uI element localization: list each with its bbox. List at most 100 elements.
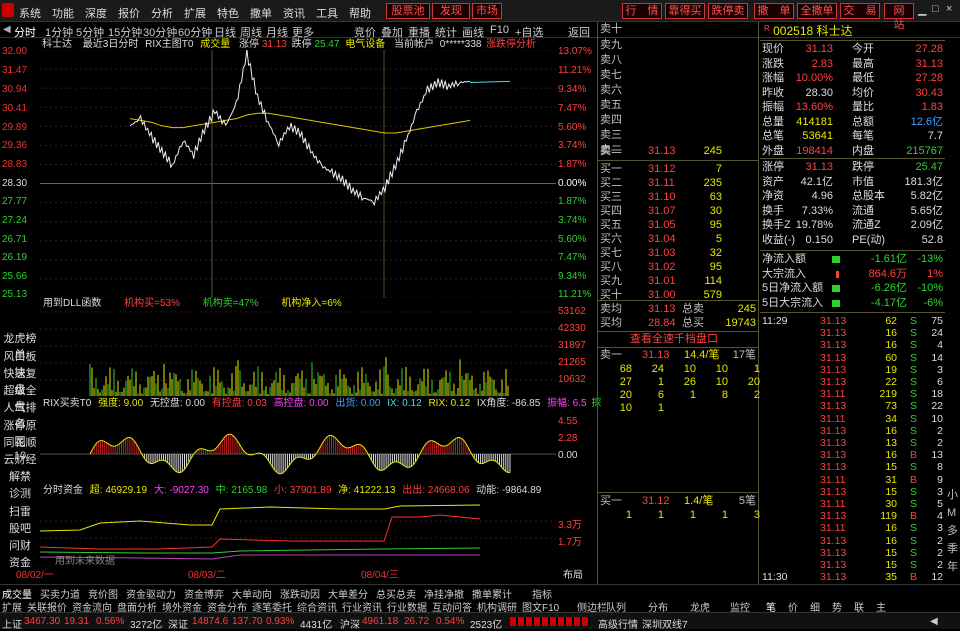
sidebar-item-diagnose[interactable]: 诊测: [0, 485, 40, 501]
price-tick: 28.83: [2, 159, 28, 170]
side-tab-m[interactable]: M: [947, 508, 956, 519]
menu-extend[interactable]: 扩展: [184, 5, 206, 21]
tick-price: 31.13: [820, 449, 847, 462]
queue-cell: 2: [753, 389, 760, 401]
pct-tick: 13.07%: [558, 46, 592, 57]
quote-panel: R 002518 科士达 现价 31.13 今开 27.28 涨跌 2.83 最高 31.13…: [760, 22, 945, 584]
overlay-tool[interactable]: 叠加: [381, 24, 403, 40]
tab-more[interactable]: 更多: [292, 24, 314, 40]
tab-5min[interactable]: 5分钟: [76, 24, 104, 40]
side-tab-small[interactable]: 小: [947, 490, 958, 501]
menu-special[interactable]: 特色: [217, 5, 239, 21]
tab-weekly[interactable]: 周线: [240, 24, 262, 40]
close-icon[interactable]: ×: [946, 3, 952, 15]
collapse-icon[interactable]: ◀: [3, 24, 11, 35]
limit-down-value: 25.47: [314, 39, 340, 50]
menu-function[interactable]: 功能: [52, 5, 74, 21]
tick-price: 31.11: [820, 522, 846, 535]
draw-tool[interactable]: 画线: [462, 24, 484, 40]
sidebar-item-funds[interactable]: 资金: [0, 554, 40, 570]
side-tab-more[interactable]: 多: [947, 526, 958, 537]
maximize-icon[interactable]: □: [932, 3, 939, 15]
tab-60min[interactable]: 60分钟: [178, 24, 212, 40]
tab-15min[interactable]: 15分钟: [108, 24, 142, 40]
minimize-icon[interactable]: ▁: [918, 3, 926, 16]
stock-pool-badge[interactable]: 股票池: [386, 3, 430, 19]
sell-button[interactable]: 跌停卖: [708, 3, 748, 19]
buy-level-label: 买五: [600, 219, 622, 231]
tab-daily[interactable]: 日线: [214, 24, 236, 40]
buy-button[interactable]: 靠得买: [665, 3, 705, 19]
quote-label2: 量比: [852, 101, 874, 113]
sidebar-item-unlock[interactable]: 解禁: [0, 468, 40, 484]
discover-badge[interactable]: 发现: [432, 3, 470, 19]
menu-cancel[interactable]: 撒单: [250, 5, 272, 21]
quote-label: 总笔: [762, 130, 784, 142]
price-chart[interactable]: [40, 50, 556, 298]
fund-tick: 3.3万: [558, 520, 582, 531]
menu-quote[interactable]: 报价: [118, 5, 140, 21]
tab-30min[interactable]: 30分钟: [143, 24, 177, 40]
queue-cell: 1: [689, 389, 696, 401]
menu-depth[interactable]: 深度: [85, 5, 107, 21]
menu-system[interactable]: 系统: [19, 5, 41, 21]
tick-volume: 13: [885, 437, 897, 449]
queue-cell: 26: [683, 376, 696, 388]
sidebar-item-forum[interactable]: 股吧: [0, 520, 40, 536]
sh-change: 19.31: [64, 616, 90, 627]
menu-help[interactable]: 帮助: [349, 5, 371, 21]
queue-cell: 1: [657, 509, 664, 521]
tab-monthly[interactable]: 月线: [266, 24, 288, 40]
side-tab-season[interactable]: 季: [947, 544, 958, 555]
layout-button[interactable]: 布局: [563, 571, 583, 581]
buy-level-label: 买三: [600, 191, 622, 203]
side-tab-year[interactable]: 年: [947, 562, 958, 573]
volume-label: 成交量: [200, 39, 231, 50]
sidebar-item-minesweep[interactable]: 扫雷: [0, 503, 40, 519]
pct-tick: 1.87%: [558, 196, 587, 207]
signal-bars: [510, 617, 590, 626]
fin-value2: 5.82亿: [910, 190, 943, 202]
speaker-icon[interactable]: ◀: [930, 616, 938, 627]
quote-label: 总量: [762, 115, 784, 128]
replay-tool[interactable]: 重播: [408, 24, 430, 40]
fund-out: 出出: 24668.06: [402, 485, 470, 496]
super-flow-line: [40, 504, 481, 532]
full-depth-link[interactable]: 查看全速千档盘口: [630, 334, 718, 345]
menu-info[interactable]: 资讯: [283, 5, 305, 21]
quote-value2: 31.13: [915, 57, 943, 70]
fin-label2: 流通: [852, 204, 874, 217]
sidebar-item-wencai[interactable]: 问财: [0, 537, 40, 553]
sector-label: 电气设备: [345, 39, 386, 50]
back-tool[interactable]: 返回: [568, 24, 590, 40]
auction-tool[interactable]: 竞价: [354, 24, 376, 40]
cancel-order-button[interactable]: 撒 单: [754, 3, 794, 19]
buy-level-price: 31.02: [648, 261, 676, 273]
limit-analysis-link[interactable]: 涨跌停分析: [486, 40, 536, 50]
market-badge[interactable]: 市场: [472, 3, 502, 19]
menu-analysis[interactable]: 分析: [151, 5, 173, 21]
sidebar-item-cloud-finance[interactable]: 云财经: [0, 451, 40, 467]
tick-count: 4: [937, 339, 943, 352]
website-button[interactable]: 网 站: [884, 3, 916, 31]
fin-label: 涨停: [762, 161, 784, 173]
sell-level-label: 卖七: [600, 69, 622, 81]
rix-control: 有控盘: 0.03: [211, 398, 267, 409]
total-sell-label: 总卖: [682, 303, 704, 315]
trade-button[interactable]: 交 易: [840, 3, 880, 19]
stats-tool[interactable]: 统计: [435, 24, 457, 40]
tick-side: S: [910, 376, 918, 388]
stock-name: 科士达: [42, 39, 72, 50]
tab-1min[interactable]: 1分钟: [45, 24, 73, 40]
rix-angle: IX角度: -86.85: [476, 398, 541, 409]
quote-button[interactable]: 行 情: [622, 3, 662, 19]
pct-tick: 7.47%: [558, 103, 587, 114]
tick-volume: 30: [885, 498, 897, 510]
add-watchlist-tool[interactable]: +自选: [515, 24, 543, 40]
menu-tools[interactable]: 工具: [316, 5, 338, 21]
sell1-row[interactable]: 卖一 31.13 245: [598, 146, 758, 160]
tick-volume: 15: [885, 461, 897, 474]
f10-tool[interactable]: F10: [490, 24, 509, 36]
cancel-all-button[interactable]: 全撒单: [797, 3, 837, 19]
dll-label: 用到DLL函数: [43, 298, 102, 309]
